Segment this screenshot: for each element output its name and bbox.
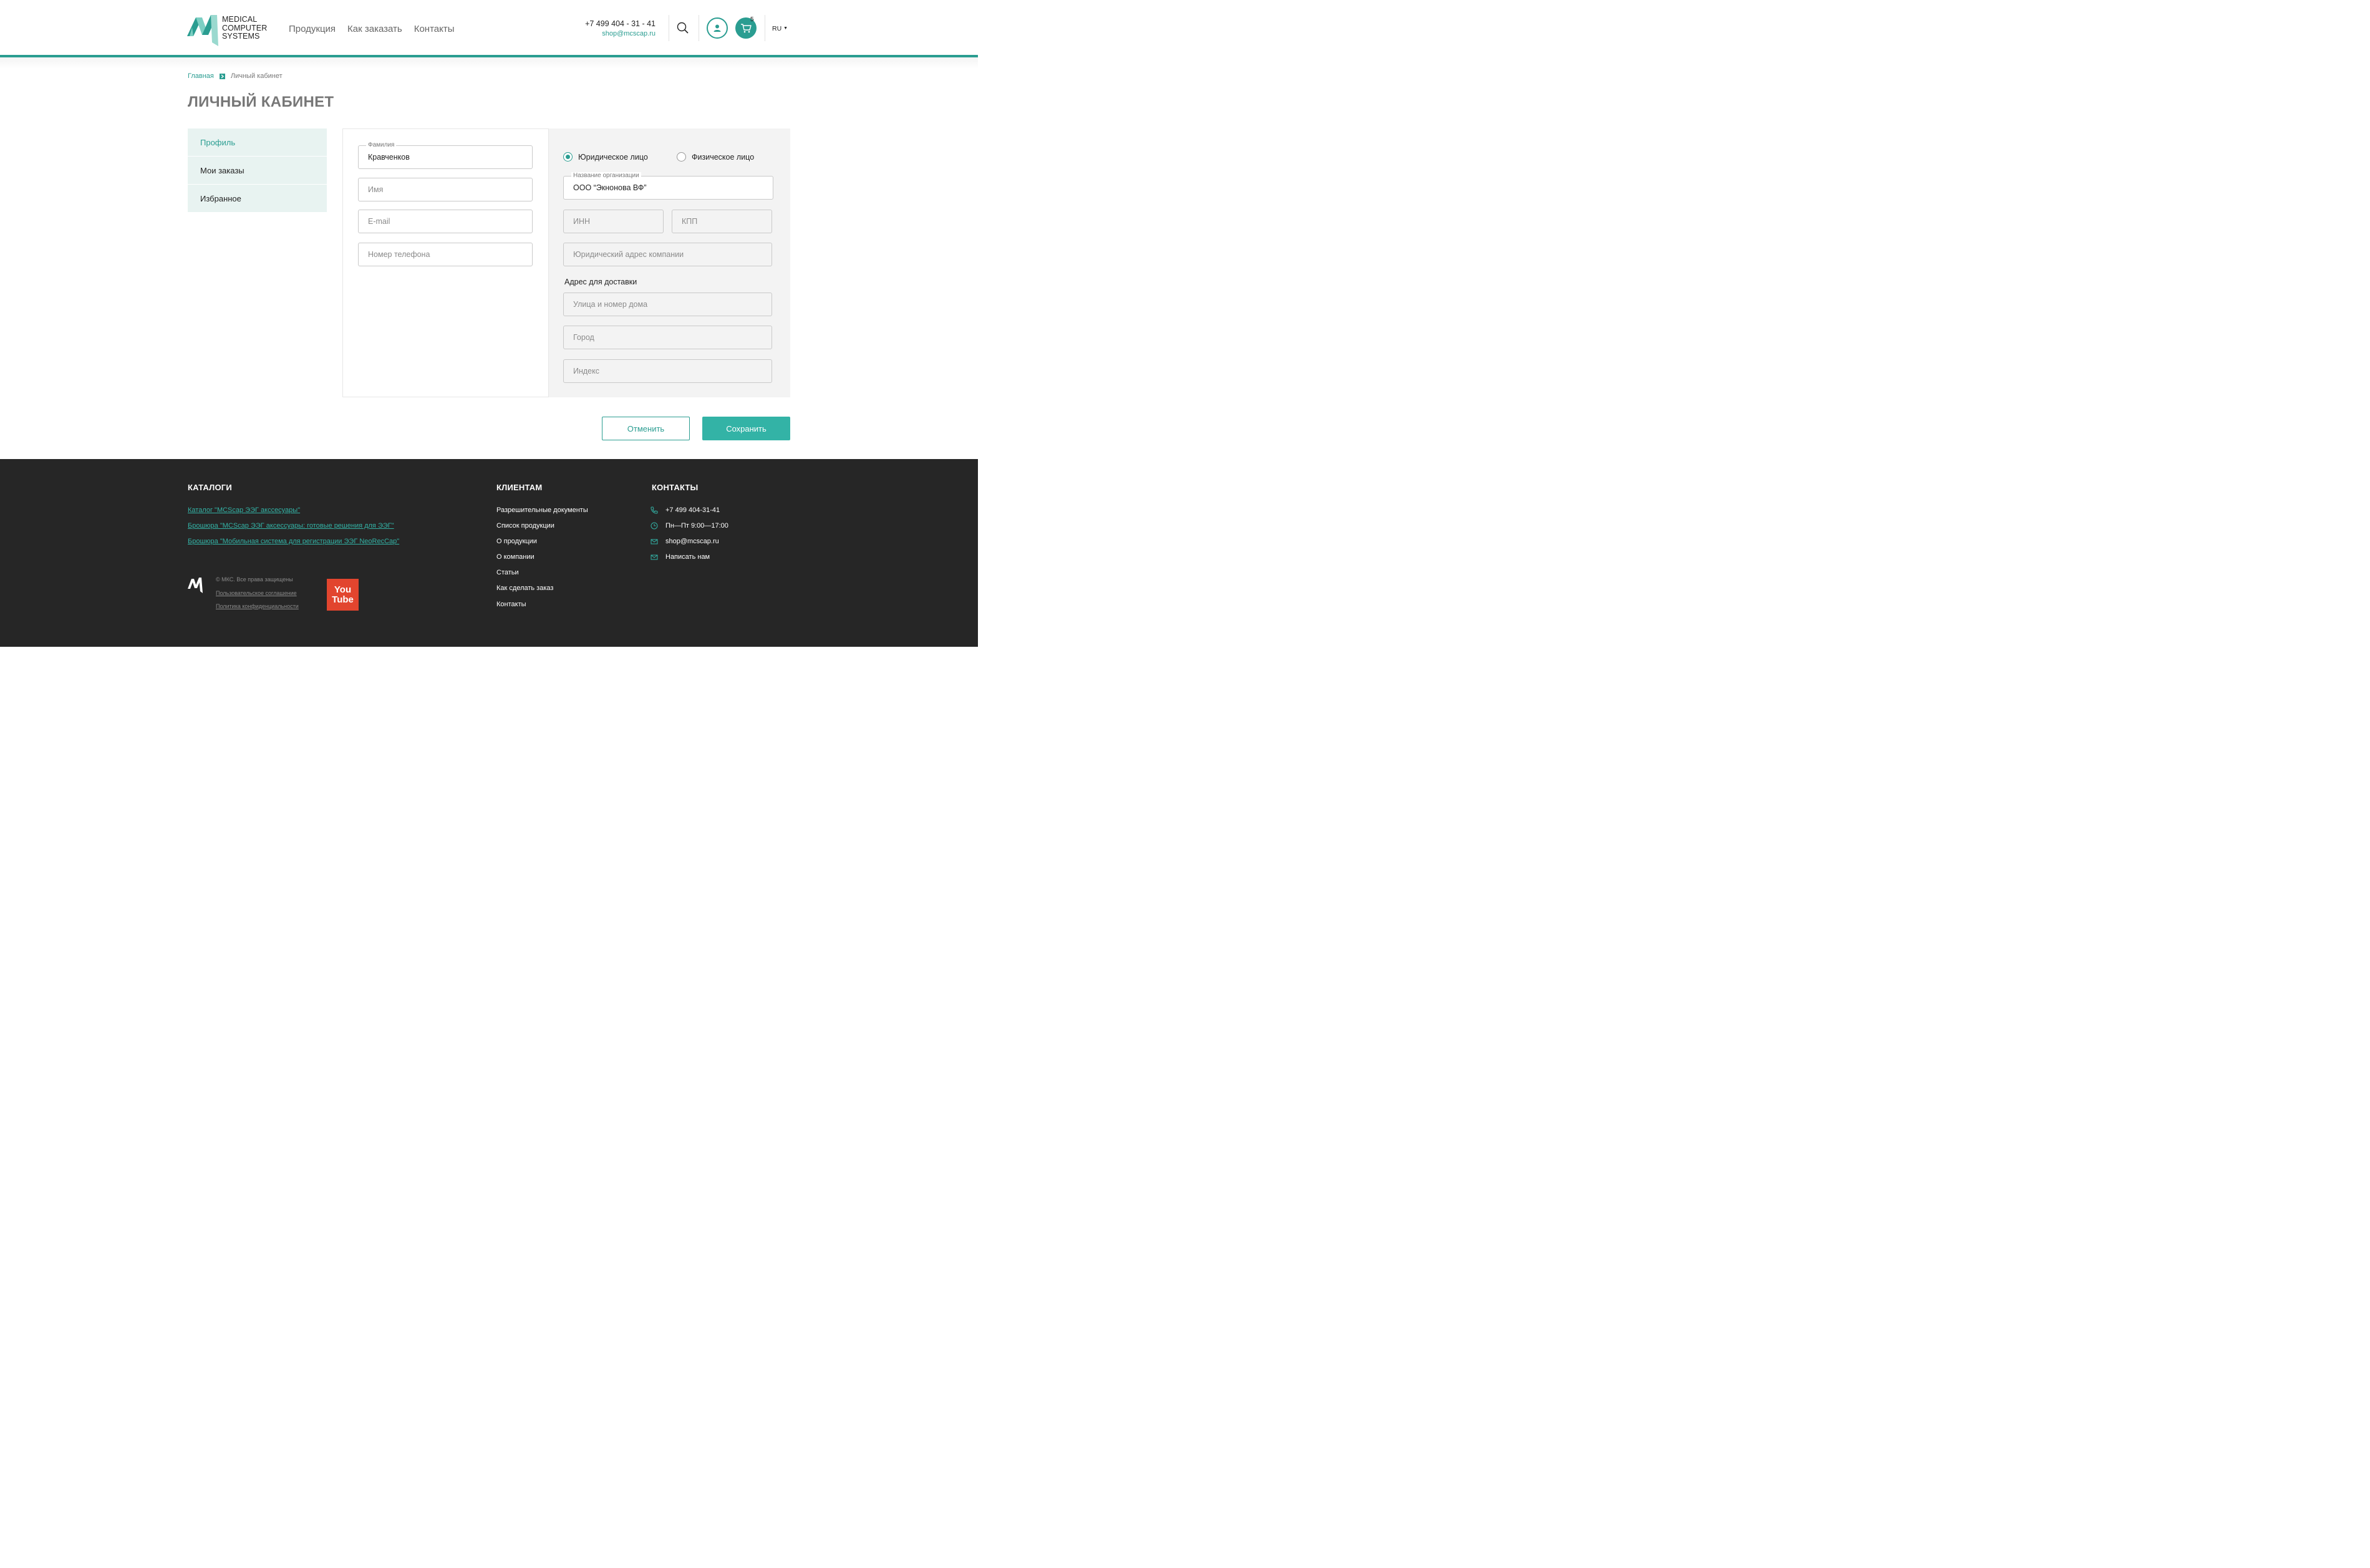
index-input[interactable] bbox=[564, 360, 771, 382]
footer-copyright: © МКС. Все права защищены bbox=[216, 576, 293, 583]
mcs-logo[interactable] bbox=[187, 14, 222, 47]
email-field-wrapper bbox=[358, 210, 533, 233]
kpp-input[interactable] bbox=[672, 210, 771, 233]
footer-contact-write[interactable]: Написать нам bbox=[651, 553, 710, 561]
name-input[interactable] bbox=[359, 178, 532, 201]
footer-client-link[interactable]: Статьи bbox=[496, 569, 519, 576]
site-header: MEDICAL COMPUTER SYSTEMS Продукция Как з… bbox=[0, 0, 978, 55]
surname-label: Фамилия bbox=[366, 142, 397, 148]
footer-client-link[interactable]: О продукции bbox=[496, 538, 537, 545]
logo-text: MEDICAL COMPUTER SYSTEMS bbox=[222, 15, 268, 41]
footer-contact-phone[interactable]: +7 499 404-31-41 bbox=[651, 506, 720, 514]
logo-line-2: COMPUTER bbox=[222, 23, 268, 32]
header-email[interactable]: shop@mcscap.ru bbox=[561, 30, 655, 37]
logo-line-3: SYSTEMS bbox=[222, 32, 260, 41]
account-button[interactable] bbox=[707, 17, 728, 39]
footer-contact-text: Написать нам bbox=[665, 553, 710, 561]
legal-address-field-wrapper bbox=[563, 243, 772, 266]
language-label: RU bbox=[772, 25, 782, 32]
search-icon bbox=[677, 22, 689, 34]
footer-user-agreement-link[interactable]: Пользовательское соглашение bbox=[216, 590, 297, 596]
radio-legal-label: Юридическое лицо bbox=[578, 152, 648, 162]
org-name-label: Название организации bbox=[571, 172, 641, 179]
footer-logo-icon[interactable] bbox=[188, 576, 205, 594]
nav-how-to-order[interactable]: Как заказать bbox=[347, 24, 402, 34]
radio-individual[interactable]: Физическое лицо bbox=[677, 152, 754, 162]
inn-field-wrapper bbox=[563, 210, 664, 233]
org-name-field-wrapper: Название организации bbox=[563, 172, 773, 200]
breadcrumb-home[interactable]: Главная bbox=[188, 72, 214, 80]
mail-icon bbox=[651, 538, 658, 545]
footer-clients-title: КЛИЕНТАМ bbox=[496, 483, 543, 492]
footer-client-link[interactable]: Контакты bbox=[496, 601, 526, 608]
radio-unchecked-icon bbox=[677, 152, 686, 162]
footer-privacy-link[interactable]: Политика конфиденциальности bbox=[216, 603, 299, 609]
save-button[interactable]: Сохранить bbox=[702, 417, 790, 440]
footer-contact-email[interactable]: shop@mcscap.ru bbox=[651, 538, 719, 545]
radio-legal-entity[interactable]: Юридическое лицо bbox=[563, 152, 648, 162]
header-shadow bbox=[0, 57, 978, 69]
phone-icon bbox=[651, 506, 658, 514]
surname-input[interactable] bbox=[359, 146, 532, 168]
phone-input[interactable] bbox=[359, 243, 532, 266]
header-phone[interactable]: +7 499 404 - 31 - 41 bbox=[561, 19, 655, 28]
youtube-text-top: You bbox=[334, 584, 352, 595]
cart-count-badge: 5 bbox=[750, 16, 754, 23]
mail-icon bbox=[651, 553, 658, 561]
org-name-input[interactable] bbox=[564, 177, 773, 199]
nav-products[interactable]: Продукция bbox=[289, 24, 336, 34]
city-input[interactable] bbox=[564, 326, 771, 349]
name-field-wrapper bbox=[358, 178, 533, 201]
footer-catalogs-title: КАТАЛОГИ bbox=[188, 483, 232, 492]
logo-line-1: MEDICAL bbox=[222, 15, 258, 24]
page-title: ЛИЧНЫЙ КАБИНЕТ bbox=[188, 94, 334, 110]
street-input[interactable] bbox=[564, 293, 771, 316]
sidebar-item-orders[interactable]: Мои заказы bbox=[188, 157, 327, 185]
breadcrumb: Главная Личный кабинет bbox=[188, 72, 283, 80]
legal-address-input[interactable] bbox=[564, 243, 771, 266]
nav-contacts[interactable]: Контакты bbox=[414, 24, 455, 34]
user-icon bbox=[713, 24, 721, 32]
footer-catalog-link[interactable]: Брошюра "MCScap ЭЭГ аксессуары: готовые … bbox=[188, 522, 394, 530]
footer-catalog-link[interactable]: Брошюра "Мобильная система для регистрац… bbox=[188, 538, 399, 545]
clock-icon bbox=[651, 522, 658, 530]
inn-input[interactable] bbox=[564, 210, 663, 233]
chevron-down-icon: ▼ bbox=[783, 26, 788, 31]
chevron-right-icon bbox=[219, 73, 225, 79]
footer-contact-text: +7 499 404-31-41 bbox=[665, 506, 720, 514]
radio-individual-label: Физическое лицо bbox=[692, 152, 755, 162]
footer-contacts-title: КОНТАКТЫ bbox=[652, 483, 699, 492]
index-field-wrapper bbox=[563, 359, 772, 383]
cart-icon bbox=[741, 24, 752, 33]
footer-client-link[interactable]: Как сделать заказ bbox=[496, 584, 553, 592]
footer-client-link[interactable]: Список продукции bbox=[496, 522, 554, 530]
email-input[interactable] bbox=[359, 210, 532, 233]
city-field-wrapper bbox=[563, 326, 772, 349]
footer-contact-text: shop@mcscap.ru bbox=[665, 538, 719, 545]
footer-contact-text: Пн—Пт 9:00—17:00 bbox=[665, 522, 728, 530]
footer-catalog-link[interactable]: Каталог "MCScap ЭЭГ акссесуары" bbox=[188, 506, 300, 514]
surname-field-wrapper: Фамилия bbox=[358, 142, 533, 169]
search-button[interactable] bbox=[676, 21, 690, 35]
cancel-button[interactable]: Отменить bbox=[602, 417, 690, 440]
language-selector[interactable]: RU ▼ bbox=[772, 25, 788, 32]
footer-client-link[interactable]: Разрешительные документы bbox=[496, 506, 588, 514]
account-sidebar: Профиль Мои заказы Избранное bbox=[188, 128, 327, 213]
footer-client-link[interactable]: О компании bbox=[496, 553, 534, 561]
radio-checked-icon bbox=[563, 152, 573, 162]
main-nav: Продукция Как заказать Контакты bbox=[289, 24, 455, 34]
sidebar-item-profile[interactable]: Профиль bbox=[188, 128, 327, 157]
footer-contact-hours: Пн—Пт 9:00—17:00 bbox=[651, 522, 728, 530]
delivery-address-title: Адрес для доставки bbox=[564, 278, 637, 286]
youtube-text-bottom: Tube bbox=[332, 594, 354, 605]
youtube-icon[interactable]: You Tube bbox=[327, 579, 359, 611]
breadcrumb-current: Личный кабинет bbox=[230, 72, 283, 80]
phone-field-wrapper bbox=[358, 243, 533, 266]
kpp-field-wrapper bbox=[672, 210, 772, 233]
sidebar-item-favorites[interactable]: Избранное bbox=[188, 185, 327, 213]
site-footer bbox=[0, 459, 978, 647]
street-field-wrapper bbox=[563, 293, 772, 316]
